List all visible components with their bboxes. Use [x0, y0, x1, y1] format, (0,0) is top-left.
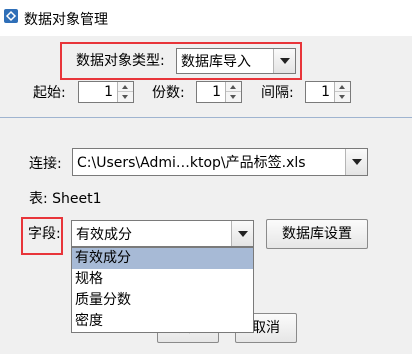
field-dropdown-button[interactable] [231, 221, 253, 246]
start-spinner[interactable]: 1 [78, 81, 134, 103]
interval-spinner-buttons [334, 82, 350, 102]
count-spinner[interactable]: 1 [196, 81, 242, 103]
table-label: 表: Sheet1 [29, 191, 102, 207]
field-select[interactable]: 有效成分 [71, 220, 254, 247]
field-value: 有效成分 [76, 227, 132, 243]
count-value: 1 [212, 84, 221, 100]
field-dropdown-list: 有效成分 规格 质量分数 密度 [71, 247, 254, 333]
start-value: 1 [104, 84, 113, 100]
increment-button[interactable] [335, 82, 350, 92]
field-highlight [21, 217, 63, 255]
interval-spinner[interactable]: 1 [305, 81, 351, 103]
field-option[interactable]: 密度 [72, 311, 253, 332]
field-option[interactable]: 有效成分 [72, 248, 253, 269]
field-option[interactable]: 规格 [72, 269, 253, 290]
chevron-down-icon [238, 230, 248, 237]
interval-value: 1 [321, 84, 330, 100]
db-settings-button[interactable]: 数据库设置 [266, 219, 368, 249]
title-bar: 数据对象管理 [0, 0, 412, 36]
start-label: 起始: [33, 85, 66, 101]
increment-button[interactable] [226, 82, 241, 92]
window-title: 数据对象管理 [24, 12, 108, 28]
connection-dropdown-button[interactable] [345, 149, 367, 175]
count-spinner-buttons [225, 82, 241, 102]
connection-label: 连接: [29, 156, 62, 172]
decrement-button[interactable] [118, 92, 133, 102]
app-icon [4, 9, 18, 23]
field-option[interactable]: 质量分数 [72, 290, 253, 311]
connection-value: C:\Users\Admi…ktop\产品标签.xls [77, 155, 306, 171]
decrement-button[interactable] [226, 92, 241, 102]
chevron-down-icon [352, 159, 362, 165]
data-type-highlight [60, 42, 302, 80]
decrement-button[interactable] [335, 92, 350, 102]
count-label: 份数: [152, 85, 185, 101]
separator [0, 117, 412, 118]
start-spinner-buttons [117, 82, 133, 102]
interval-label: 间隔: [261, 85, 294, 101]
connection-select[interactable]: C:\Users\Admi…ktop\产品标签.xls [72, 148, 368, 176]
increment-button[interactable] [118, 82, 133, 92]
